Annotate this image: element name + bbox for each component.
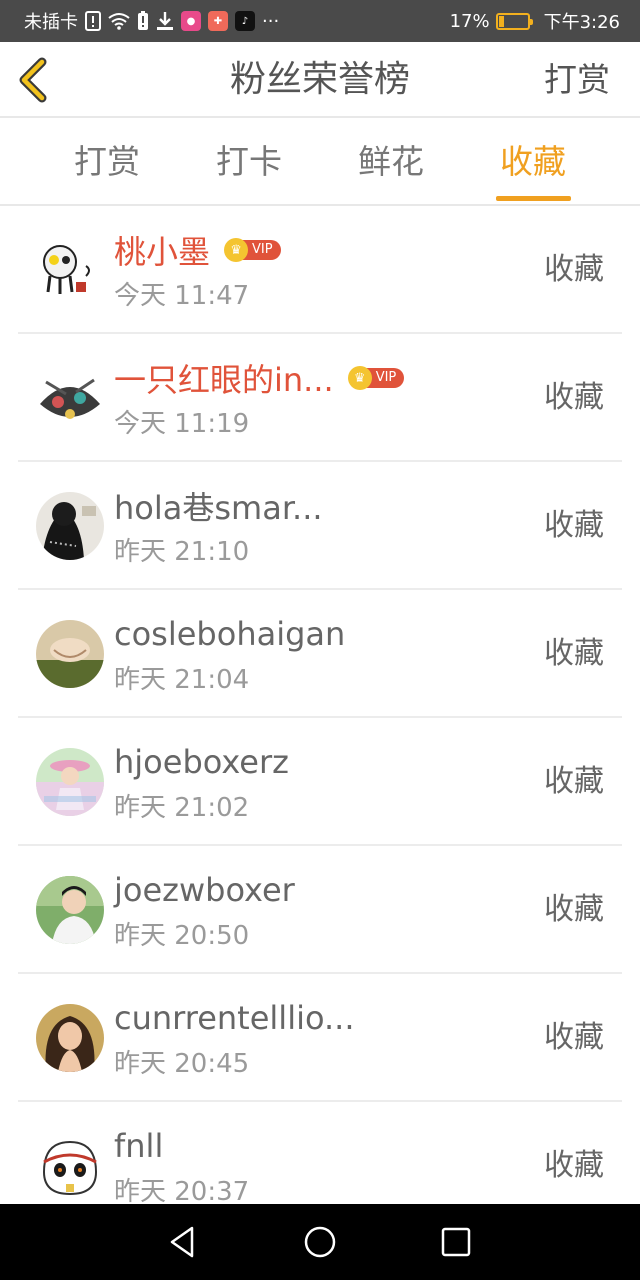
- sim-alert-icon: [85, 11, 101, 31]
- action-label: 收藏: [544, 1020, 604, 1055]
- action-label: 收藏: [544, 508, 604, 543]
- fan-list: 桃小墨 ♛ VIP 今天 11:47 收藏 一只红眼的in... ♛ VIP 今…: [0, 206, 640, 1204]
- list-item[interactable]: hola巷smar... 昨天 21:10 收藏: [0, 462, 640, 590]
- battery-percent: 17%: [449, 10, 490, 32]
- avatar[interactable]: [36, 876, 104, 944]
- tab-checkin[interactable]: 打卡: [194, 140, 304, 184]
- triangle-back-icon: [170, 1226, 194, 1258]
- action-label: 收藏: [544, 1148, 604, 1183]
- user-name: joezwboxer: [114, 871, 295, 909]
- vip-badge: ♛ VIP: [347, 366, 405, 390]
- vip-badge: ♛ VIP: [224, 238, 281, 262]
- square-recents-icon: [441, 1227, 471, 1257]
- list-item[interactable]: joezwboxer 昨天 20:50 收藏: [0, 846, 640, 974]
- user-name: coslebohaigan: [114, 615, 346, 653]
- action-label: 收藏: [544, 892, 604, 927]
- circle-home-icon: [304, 1226, 336, 1258]
- user-name: fnll: [114, 1127, 164, 1165]
- timestamp: 昨天 21:10: [114, 537, 250, 567]
- list-item[interactable]: 一只红眼的in... ♛ VIP 今天 11:19 收藏: [0, 334, 640, 462]
- timestamp: 昨天 20:37: [114, 1177, 250, 1204]
- app-notification-icon: ●: [181, 11, 201, 31]
- user-name: 桃小墨: [114, 233, 211, 271]
- avatar[interactable]: [36, 748, 104, 816]
- system-nav-bar: [0, 1204, 640, 1280]
- avatar[interactable]: [36, 492, 104, 560]
- action-label: 收藏: [544, 764, 604, 799]
- avatar[interactable]: [36, 364, 104, 432]
- avatar[interactable]: [36, 236, 104, 304]
- crown-icon: ♛: [347, 366, 372, 390]
- user-name: hola巷smar...: [114, 489, 323, 527]
- more-notifications-icon: ···: [262, 10, 280, 32]
- battery-alert-icon: [137, 11, 149, 31]
- tab-reward[interactable]: 打赏: [52, 140, 162, 184]
- timestamp: 今天 11:47: [114, 281, 250, 311]
- list-item[interactable]: fnll 昨天 20:37 收藏: [0, 1102, 640, 1204]
- list-item[interactable]: hjoeboxerz 昨天 21:02 收藏: [0, 718, 640, 846]
- action-label: 收藏: [544, 380, 604, 415]
- app-notification-icon: ✚: [208, 11, 228, 31]
- list-item[interactable]: 桃小墨 ♛ VIP 今天 11:47 收藏: [0, 206, 640, 334]
- download-icon: [156, 11, 174, 31]
- tab-favorites[interactable]: 收藏: [478, 140, 588, 184]
- tab-flowers[interactable]: 鲜花: [336, 140, 446, 184]
- tab-bar: 打赏 打卡 鲜花 收藏: [0, 118, 640, 206]
- battery-icon: [495, 12, 533, 30]
- crown-icon: ♛: [224, 238, 249, 262]
- list-item[interactable]: coslebohaigan 昨天 21:04 收藏: [0, 590, 640, 718]
- nav-back-button[interactable]: [164, 1222, 204, 1262]
- wifi-icon: [108, 12, 130, 30]
- avatar[interactable]: [36, 1004, 104, 1072]
- active-tab-indicator: [496, 196, 571, 201]
- user-name: hjoeboxerz: [114, 743, 289, 781]
- avatar[interactable]: [36, 620, 104, 688]
- action-label: 收藏: [544, 252, 604, 287]
- timestamp: 昨天 20:45: [114, 1049, 250, 1079]
- timestamp: 昨天 21:02: [114, 793, 250, 823]
- nav-recents-button[interactable]: [436, 1222, 476, 1262]
- avatar[interactable]: [36, 1132, 104, 1200]
- app-header: 粉丝荣誉榜 打赏: [0, 42, 640, 118]
- status-bar: 未插卡 ● ✚ ♪ ··· 17% 下午3:26: [0, 0, 640, 42]
- tiktok-icon: ♪: [235, 11, 255, 31]
- user-name: cunrrentelllio...: [114, 999, 355, 1037]
- reward-button[interactable]: 打赏: [544, 56, 610, 104]
- action-label: 收藏: [544, 636, 604, 671]
- user-name: 一只红眼的in...: [114, 361, 334, 399]
- carrier-label: 未插卡: [24, 12, 78, 33]
- timestamp: 昨天 20:50: [114, 921, 250, 951]
- list-item[interactable]: cunrrentelllio... 昨天 20:45 收藏: [0, 974, 640, 1102]
- clock: 下午3:26: [543, 12, 620, 33]
- nav-home-button[interactable]: [300, 1222, 340, 1262]
- timestamp: 今天 11:19: [114, 409, 250, 439]
- timestamp: 昨天 21:04: [114, 665, 250, 695]
